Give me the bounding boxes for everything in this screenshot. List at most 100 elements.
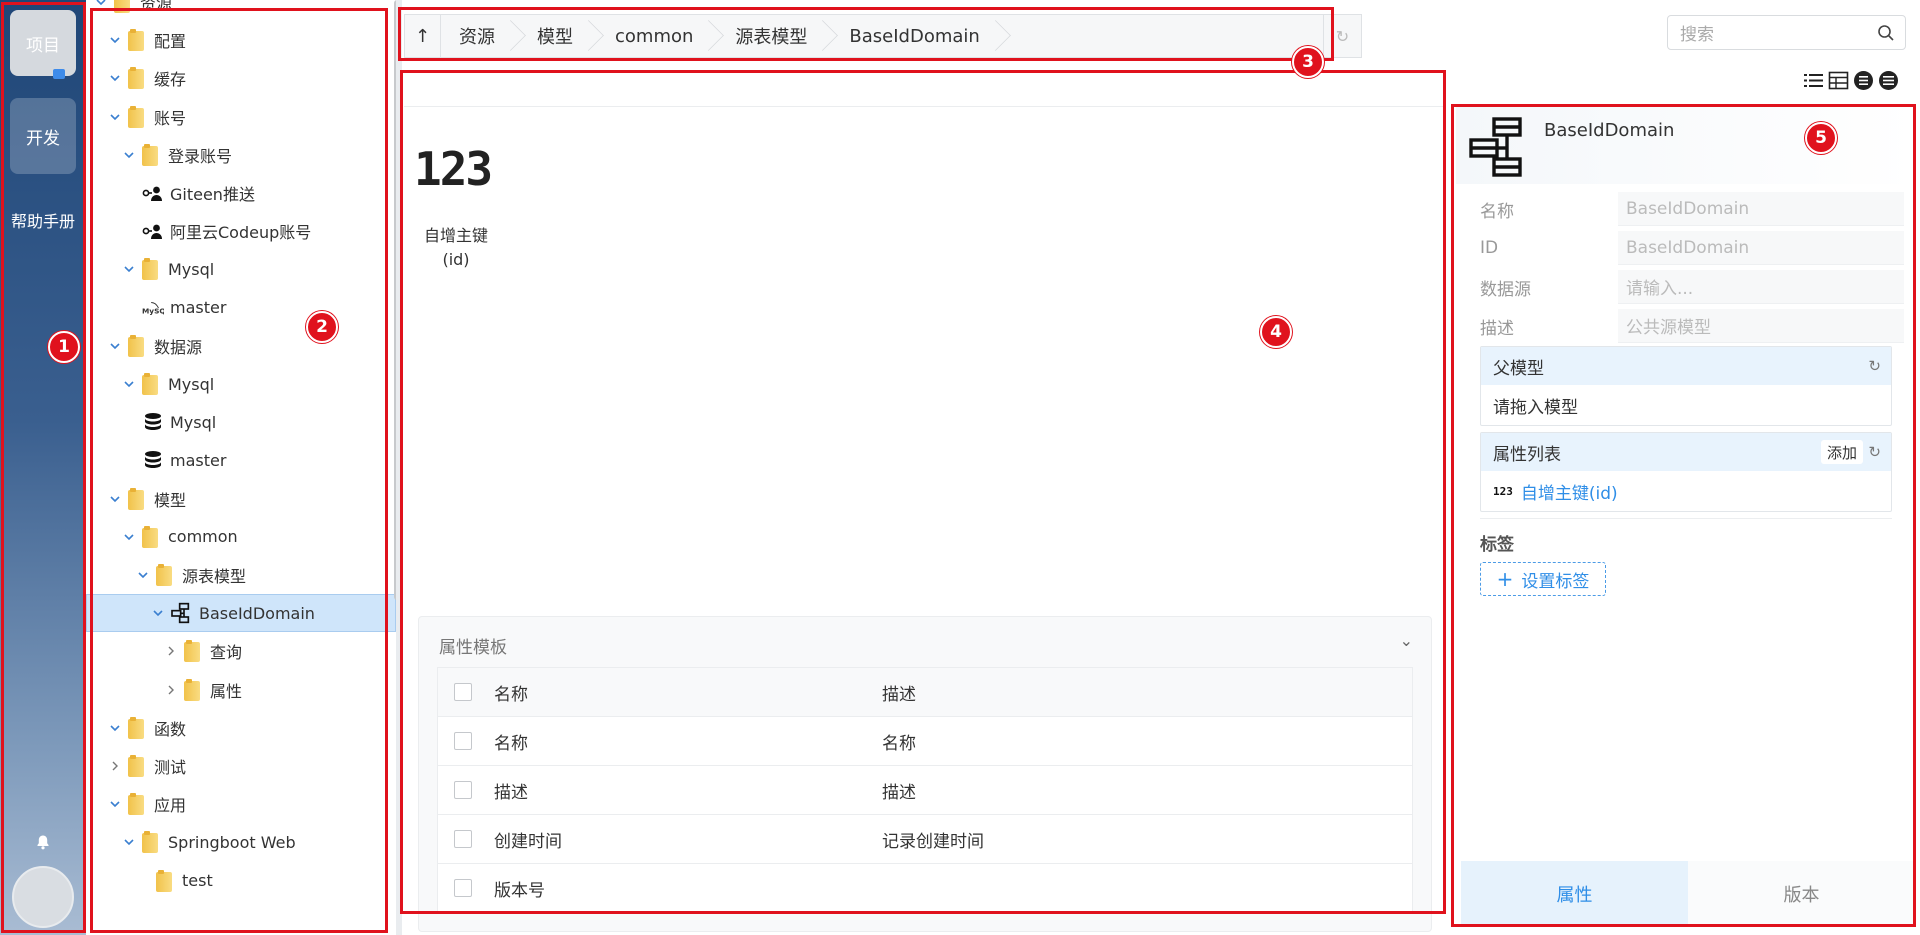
avatar[interactable] [12,866,74,928]
chevron-down-icon[interactable] [122,835,136,849]
tree-node[interactable]: Mysql [86,365,396,403]
tree-node[interactable]: 函数 [86,709,396,747]
tab-properties[interactable]: 属性 [1461,861,1688,927]
breadcrumb-item[interactable]: 资源 [441,15,519,57]
circle-list-icon[interactable] [1853,70,1874,91]
tree-node[interactable]: Mysql [86,250,396,288]
tree-node[interactable]: Springboot Web [86,823,396,861]
panel-divider[interactable] [396,0,402,935]
refresh-icon[interactable]: ↻ [1868,443,1881,461]
tree-node[interactable]: common [86,518,396,556]
tree-node[interactable]: 应用 [86,785,396,823]
chevron-down-icon[interactable] [108,71,122,85]
chevron-right-icon[interactable] [164,644,178,658]
model-icon [171,602,193,624]
list-view-icon[interactable] [1803,70,1824,91]
field-node-label[interactable]: 自增主键 (id) [404,224,508,272]
row-checkbox[interactable] [454,879,472,897]
row-desc: 名称 [882,733,916,754]
select-all-checkbox[interactable] [454,683,472,701]
row-name: 创建时间 [494,831,562,852]
description-input[interactable]: 公共源模型 [1618,309,1904,343]
circle-detail-icon[interactable] [1878,70,1899,91]
chevron-down-icon[interactable] [108,339,122,353]
rail-help-link[interactable]: 帮助手册 [0,208,86,232]
tree-node[interactable]: master [86,441,396,479]
tree-node[interactable]: 账号 [86,98,396,136]
chevron-right-icon[interactable] [164,683,178,697]
table-row[interactable]: 版本号 [438,864,1412,913]
tree-node-label: Springboot Web [168,832,296,852]
tree-node[interactable]: Giteen推送 [86,174,396,212]
refresh-icon[interactable]: ↻ [1868,357,1881,375]
svg-text:MySQL: MySQL [142,306,164,315]
tree-node[interactable]: 登录账号 [86,136,396,174]
tree-node[interactable]: MySQL master [86,289,396,327]
search-icon[interactable] [1877,24,1895,42]
datasource-input[interactable]: 请输入... [1618,270,1904,304]
folder-icon [128,755,146,777]
tree-node[interactable]: 测试 [86,747,396,785]
table-row[interactable]: 创建时间 记录创建时间 [438,815,1412,864]
breadcrumb-item[interactable]: common [597,15,718,57]
parent-model-dropzone[interactable]: 请拖入模型 [1481,385,1891,425]
tree-node[interactable]: 数据源 [86,327,396,365]
add-attribute-button[interactable]: 添加 [1820,440,1863,464]
search-input[interactable]: 搜索 [1680,20,1714,45]
tree-node[interactable]: 源表模型 [86,556,396,594]
breadcrumb-item[interactable]: 源表模型 [717,15,832,57]
rail-projects-button[interactable]: 项目 [10,10,76,76]
attribute-list-item[interactable]: 123 自增主键(id) [1481,471,1891,511]
breadcrumb-item[interactable]: 模型 [519,15,597,57]
chevron-down-icon[interactable]: ⌄ [1400,631,1413,650]
property-tabs: 属性 版本 [1461,861,1915,927]
tree-node[interactable]: 阿里云Codeup账号 [86,212,396,250]
refresh-icon[interactable]: ↻ [1323,15,1361,57]
row-checkbox[interactable] [454,781,472,799]
chevron-down-icon[interactable] [122,148,136,162]
chevron-down-icon[interactable] [122,530,136,544]
set-tags-button[interactable]: + 设置标签 [1480,562,1606,596]
chevron-down-icon[interactable] [108,110,122,124]
arrow-up-icon[interactable]: ↑ [405,15,441,57]
rail-dev-button[interactable]: 开发 [10,98,76,174]
search-box[interactable]: 搜索 [1667,15,1906,50]
chevron-down-icon[interactable] [108,721,122,735]
nav-rail: 项目 开发 帮助手册 [0,0,86,935]
number-field-icon[interactable]: 123 [414,142,493,196]
property-panel: BaseIdDomain 名称 BaseIdDomain ID BaseIdDo… [1456,106,1916,926]
chevron-down-icon[interactable] [108,492,122,506]
folder-icon [128,29,146,52]
tab-version[interactable]: 版本 [1688,861,1915,927]
chevron-right-icon[interactable] [108,759,122,773]
tree-node[interactable]: test [86,862,396,900]
tree-node[interactable]: 缓存 [86,59,396,97]
chevron-down-icon[interactable] [136,568,150,582]
row-checkbox[interactable] [454,830,472,848]
breadcrumb-item[interactable]: BaseIdDomain [831,15,1004,57]
table-row[interactable]: 描述 描述 [438,766,1412,815]
tree-node[interactable]: Mysql [86,403,396,441]
tree-node[interactable]: 模型 [86,480,396,518]
tree-node[interactable]: 配置 [86,21,396,59]
table-row[interactable]: 名称 名称 [438,717,1412,766]
row-checkbox[interactable] [454,732,472,750]
chevron-down-icon[interactable] [122,377,136,391]
table-view-icon[interactable] [1828,70,1849,91]
row-desc: 描述 [882,782,916,803]
chevron-down-icon[interactable] [108,797,122,811]
chevron-down-icon[interactable] [94,0,108,9]
chevron-down-icon[interactable] [122,262,136,276]
chevron-down-icon[interactable] [108,33,122,47]
tree-node[interactable]: 查询 [86,632,396,670]
tree-node[interactable]: 资源 [86,0,396,21]
id-input[interactable]: BaseIdDomain [1618,231,1904,265]
attribute-link[interactable]: 自增主键(id) [1521,479,1618,504]
description-field: 描述 公共源模型 [1480,308,1904,344]
tree-node[interactable]: BaseIdDomain [86,594,396,633]
bell-icon[interactable] [35,834,51,850]
name-input[interactable]: BaseIdDomain [1618,192,1904,226]
tree-node[interactable]: 属性 [86,671,396,709]
chevron-down-icon[interactable] [151,606,165,620]
